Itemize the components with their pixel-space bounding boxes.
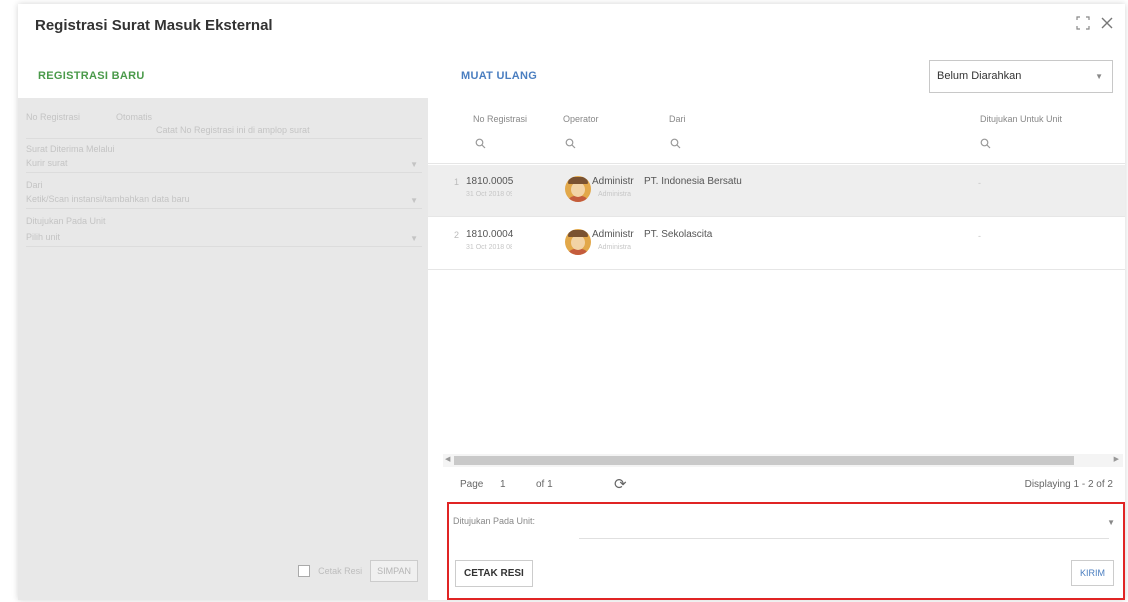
table-row[interactable]: 1 1810.0005 31 Oct 2018 09:17 Administr … [428,165,1125,217]
dialog-window: Registrasi Surat Masuk Eksternal REGISTR… [18,4,1125,600]
chevron-down-icon: ▼ [410,234,418,243]
search-icon[interactable] [980,138,991,152]
no-registrasi-hint: Catat No Registrasi ini di amplop surat [156,125,310,135]
cetak-resi-checkbox-label: Cetak Resi [318,566,363,576]
cetak-resi-button[interactable]: CETAK RESI [455,560,533,587]
search-icon[interactable] [475,138,486,152]
operator-name: Administr [592,229,634,240]
chevron-down-icon: ▼ [1095,72,1103,81]
pagination-bar: Page 1 of 1 ⟳ Displaying 1 - 2 of 2 [428,470,1125,500]
dari-label: Dari [26,180,43,190]
ditujukan-pada-unit-label: Ditujukan Pada Unit: [453,516,536,526]
chevron-down-icon: ▼ [410,196,418,205]
avatar [565,176,591,202]
page-label: Page [460,479,484,490]
status-filter-select[interactable]: Belum Diarahkan ▼ [929,60,1113,93]
ditujukan-unit-label: Ditujukan Pada Unit [26,216,106,226]
search-icon[interactable] [565,138,576,152]
column-header-operator[interactable]: Operator [563,114,599,124]
scroll-left-icon[interactable]: ◀ [445,455,450,463]
dari-cell: PT. Indonesia Bersatu [644,176,742,187]
cetak-resi-checkbox[interactable] [298,565,311,577]
row-number: 1 [454,177,460,187]
registration-date: 31 Oct 2018 09:17 [466,191,512,198]
right-toolbar: MUAT ULANG Belum Diarahkan ▼ [428,48,1125,98]
registrations-list-panel: MUAT ULANG Belum Diarahkan ▼ No Registra… [428,48,1125,600]
page-of-label: of 1 [536,479,553,490]
avatar [565,229,591,255]
divider [26,208,422,209]
scrollbar-thumb[interactable] [454,456,1074,465]
disabled-form: No Registrasi Otomatis Catat No Registra… [18,98,428,600]
chevron-down-icon: ▼ [410,160,418,169]
registration-form-panel: REGISTRASI BARU No Registrasi Otomatis C… [18,48,428,600]
ditujukan-unit-select[interactable]: Pilih unit [26,232,60,242]
refresh-icon[interactable]: ⟳ [614,475,627,493]
operator-role: Administra [598,244,632,251]
registrasi-baru-button[interactable]: REGISTRASI BARU [38,70,145,82]
kirim-button[interactable]: KIRIM [1070,560,1114,586]
no-registrasi-label: No Registrasi [26,112,81,122]
divider [26,246,422,247]
ditujukan-pada-unit-select[interactable] [579,538,1109,539]
left-toolbar: REGISTRASI BARU [18,48,428,98]
row-number: 2 [454,230,460,240]
horizontal-scrollbar[interactable]: ◀ ▶ [443,454,1123,467]
title-bar: Registrasi Surat Masuk Eksternal [18,4,1125,48]
column-header-no-registrasi[interactable]: No Registrasi [473,114,527,124]
chevron-down-icon[interactable]: ▼ [1107,518,1115,527]
left-footer: Cetak Resi SIMPAN [298,560,418,582]
scroll-right-icon[interactable]: ▶ [1114,455,1119,463]
dialog-title: Registrasi Surat Masuk Eksternal [35,17,273,34]
search-icon[interactable] [670,138,681,152]
dari-input[interactable]: Ketik/Scan instansi/tambahkan data baru [26,194,190,204]
divider [26,172,422,173]
column-header-ditujukan[interactable]: Ditujukan Untuk Unit [980,114,1062,124]
registration-date: 31 Oct 2018 08:53 [466,244,512,251]
no-registrasi-cell: 1810.0004 [466,229,514,240]
dispatch-section: Ditujukan Pada Unit: ▼ CETAK RESI KIRIM [447,502,1125,600]
unit-cell: - [978,178,981,188]
table-row[interactable]: 2 1810.0004 31 Oct 2018 08:53 Administr … [428,218,1125,270]
muat-ulang-button[interactable]: MUAT ULANG [461,70,537,82]
page-number-input[interactable]: 1 [500,479,506,490]
unit-cell: - [978,231,981,241]
operator-role: Administra [598,191,632,198]
maximize-icon[interactable] [1075,16,1091,32]
displaying-count: Displaying 1 - 2 of 2 [1024,479,1113,490]
operator-name: Administr [592,176,634,187]
no-registrasi-cell: 1810.0005 [466,176,514,187]
simpan-button[interactable]: SIMPAN [370,560,418,582]
divider [26,138,422,139]
close-icon[interactable] [1099,16,1115,32]
surat-diterima-label: Surat Diterima Melalui [26,144,115,154]
column-header-dari[interactable]: Dari [669,114,686,124]
surat-diterima-select[interactable]: Kurir surat [26,158,68,168]
grid-header: No Registrasi Operator Dari Ditujukan Un… [428,98,1125,164]
dari-cell: PT. Sekolascita [644,229,713,240]
no-registrasi-value: Otomatis [116,112,153,122]
status-filter-value: Belum Diarahkan [937,70,1022,82]
